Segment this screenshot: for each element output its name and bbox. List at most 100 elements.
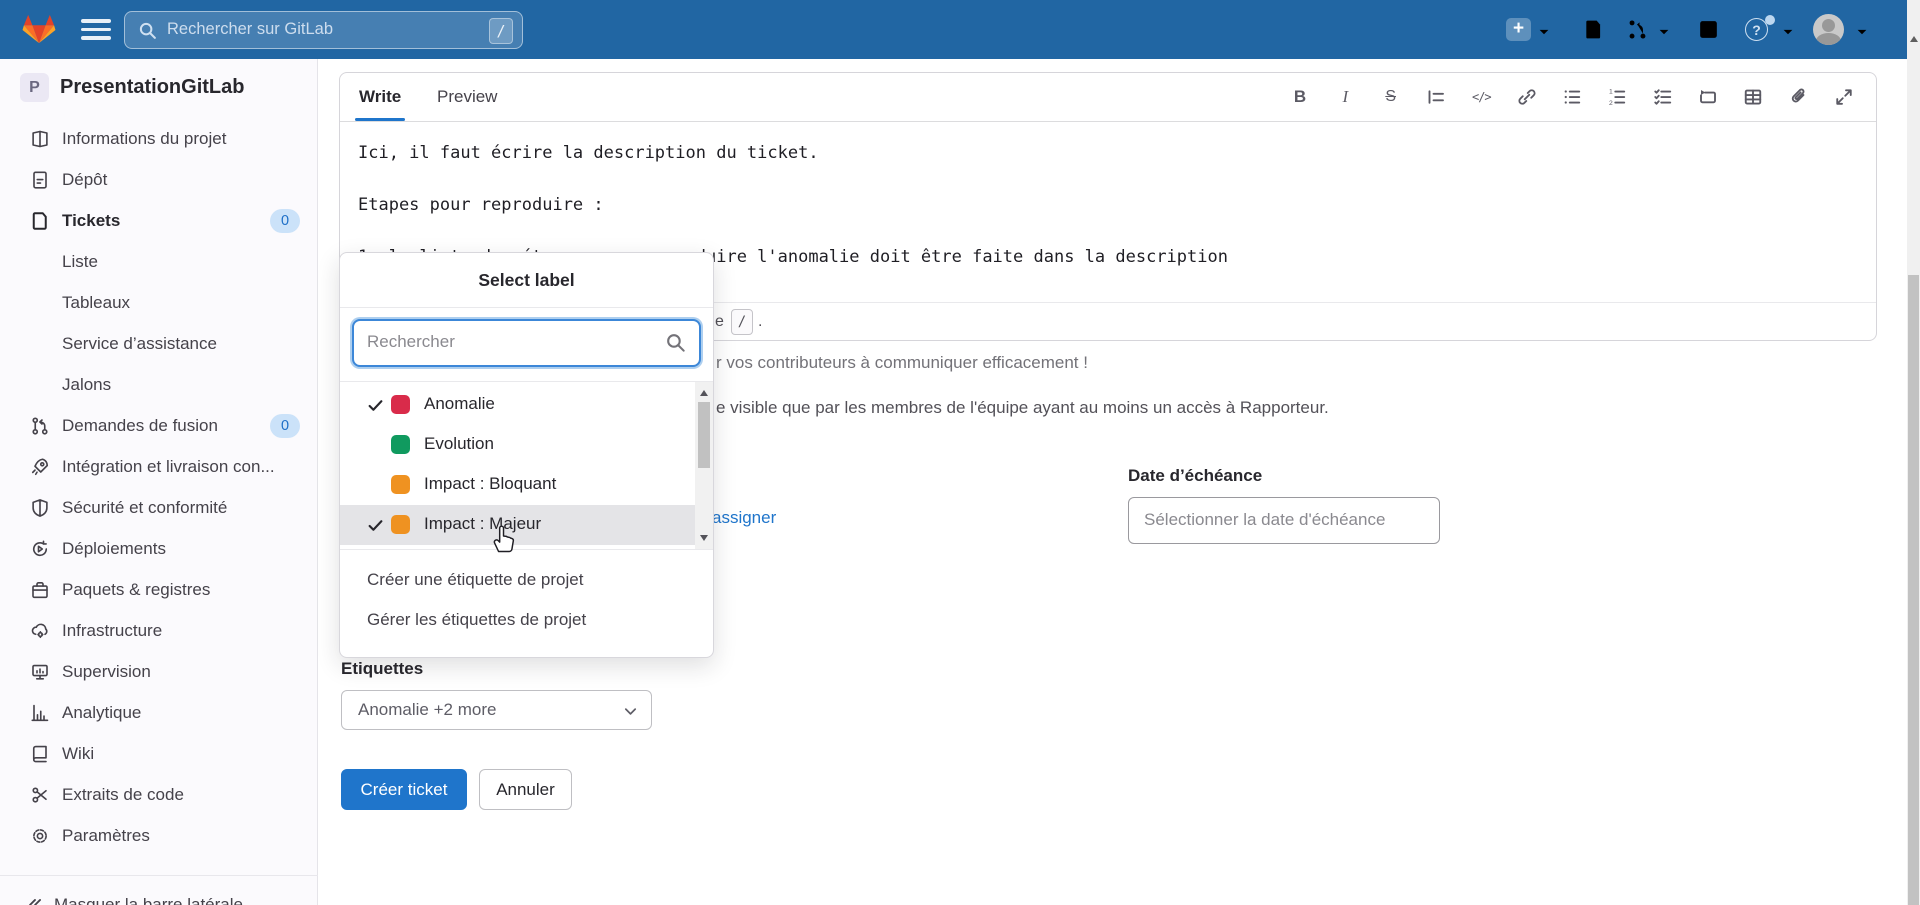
sidebar-collapse-section: Masquer la barre latérale	[0, 875, 318, 905]
new-menu-plus-icon[interactable]: +	[1506, 18, 1531, 41]
project-avatar[interactable]: P	[20, 73, 49, 102]
sidebar-item-packages[interactable]: Paquets & registres	[0, 569, 318, 610]
sidebar-item-snippets[interactable]: Extraits de code	[0, 774, 318, 815]
bullet-list-icon[interactable]	[1560, 85, 1584, 109]
editor-line: Ici, il faut écrire la description du ti…	[358, 143, 819, 163]
help-notification-dot	[1765, 15, 1775, 25]
collapse-sidebar-button[interactable]: Masquer la barre latérale	[0, 884, 318, 905]
issues-icon[interactable]	[1582, 18, 1605, 41]
scrollbar-down-arrow-icon[interactable]	[700, 535, 708, 541]
editor-line: Etapes pour reproduire :	[358, 195, 604, 215]
label-search-input[interactable]: Rechercher	[352, 319, 701, 367]
label-search-placeholder: Rechercher	[367, 332, 455, 352]
due-date-label: Date d’échéance	[1128, 466, 1262, 486]
attach-file-icon[interactable]	[1787, 85, 1811, 109]
sidebar-item-label: Jalons	[62, 375, 111, 395]
quote-icon[interactable]	[1424, 85, 1448, 109]
sidebar-item-wiki[interactable]: Wiki	[0, 733, 318, 774]
search-icon	[138, 21, 158, 41]
full-screen-icon[interactable]	[1832, 85, 1856, 109]
task-list-icon[interactable]	[1651, 85, 1675, 109]
due-date-placeholder: Sélectionner la date d'échéance	[1144, 510, 1385, 530]
security-shield-icon	[30, 498, 50, 518]
cancel-button[interactable]: Annuler	[479, 769, 572, 810]
sidebar-item-merge-requests[interactable]: Demandes de fusion 0	[0, 405, 318, 446]
code-icon[interactable]: </>	[1469, 85, 1493, 109]
label-option-evolution[interactable]: Evolution	[340, 425, 695, 465]
tab-write[interactable]: Write	[359, 73, 401, 121]
chevron-down-icon[interactable]	[1657, 25, 1671, 39]
sidebar-menu: Informations du projet Dépôt Tickets 0 L…	[0, 118, 318, 856]
collapsible-section-icon[interactable]	[1696, 85, 1720, 109]
double-chevron-left-icon	[26, 896, 44, 905]
repository-icon	[30, 170, 50, 190]
sidebar-item-label: Dépôt	[62, 170, 107, 190]
table-icon[interactable]	[1741, 85, 1765, 109]
link-icon[interactable]	[1515, 85, 1539, 109]
label-option-name: Evolution	[424, 434, 494, 454]
manage-project-labels-link[interactable]: Gérer les étiquettes de projet	[367, 610, 586, 630]
scrollbar-up-arrow-icon[interactable]	[1910, 36, 1918, 42]
sidebar-item-label: Informations du projet	[62, 129, 226, 149]
sidebar-item-repository[interactable]: Dépôt	[0, 159, 318, 200]
sidebar-item-security[interactable]: Sécurité et conformité	[0, 487, 318, 528]
label-color-swatch	[391, 475, 410, 494]
label-option-name: Impact : Bloquant	[424, 474, 556, 494]
gitlab-logo[interactable]	[22, 13, 56, 45]
packages-icon	[30, 580, 50, 600]
search-placeholder: Rechercher sur GitLab	[167, 20, 333, 39]
close-icon[interactable]	[679, 270, 699, 290]
tab-preview[interactable]: Preview	[437, 73, 497, 121]
strikethrough-icon[interactable]: S	[1379, 85, 1403, 109]
sidebar-item-ci-cd[interactable]: Intégration et livraison con...	[0, 446, 318, 487]
sidebar-item-issues[interactable]: Tickets 0	[0, 200, 318, 241]
svg-text:2: 2	[1609, 100, 1613, 107]
wiki-icon	[30, 744, 50, 764]
todo-icon[interactable]	[1697, 18, 1720, 41]
sidebar-item-label: Intégration et livraison con...	[62, 457, 275, 477]
sidebar-item-monitor[interactable]: Supervision	[0, 651, 318, 692]
sidebar-item-service-desk[interactable]: Service d’assistance	[0, 323, 318, 364]
due-date-input[interactable]: Sélectionner la date d'échéance	[1128, 497, 1440, 544]
bold-icon[interactable]: B	[1288, 85, 1312, 109]
hamburger-menu-icon[interactable]	[81, 19, 111, 41]
label-option-impact-bloquant[interactable]: Impact : Bloquant	[340, 465, 695, 505]
scrollbar-up-arrow-icon[interactable]	[700, 390, 708, 396]
sidebar-item-boards[interactable]: Tableaux	[0, 282, 318, 323]
global-search-input[interactable]: Rechercher sur GitLab /	[124, 11, 523, 49]
merge-requests-icon[interactable]	[1626, 18, 1649, 41]
sidebar-item-settings[interactable]: Paramètres	[0, 815, 318, 856]
monitor-icon	[30, 662, 50, 682]
sidebar-item-infrastructure[interactable]: Infrastructure	[0, 610, 318, 651]
sidebar-item-project-information[interactable]: Informations du projet	[0, 118, 318, 159]
chevron-down-icon[interactable]	[1781, 25, 1795, 39]
sidebar-item-label: Extraits de code	[62, 785, 184, 805]
sidebar-item-label: Demandes de fusion	[62, 416, 218, 436]
analytics-icon	[30, 703, 50, 723]
avatar[interactable]	[1813, 14, 1844, 45]
sidebar-item-milestones[interactable]: Jalons	[0, 364, 318, 405]
sidebar-item-label: Paramètres	[62, 826, 150, 846]
sidebar-item-label: Analytique	[62, 703, 141, 723]
ci-cd-rocket-icon	[30, 457, 50, 477]
sidebar-item-deployments[interactable]: Déploiements	[0, 528, 318, 569]
assign-to-me-link[interactable]: assigner	[712, 508, 776, 528]
page-scrollbar-thumb[interactable]	[1908, 275, 1919, 905]
sidebar-item-analytics[interactable]: Analytique	[0, 692, 318, 733]
create-issue-button[interactable]: Créer ticket	[341, 769, 467, 810]
numbered-list-icon[interactable]: 12	[1605, 85, 1629, 109]
chevron-down-icon[interactable]	[1537, 25, 1551, 39]
label-list-scrollbar[interactable]	[695, 382, 713, 549]
label-option-anomalie[interactable]: Anomalie	[340, 385, 695, 425]
chevron-down-icon	[623, 704, 638, 719]
project-name[interactable]: PresentationGitLab	[60, 76, 244, 99]
issues-count-badge: 0	[270, 209, 300, 233]
sidebar-item-label: Wiki	[62, 744, 94, 764]
sidebar-item-issues-list[interactable]: Liste	[0, 241, 318, 282]
chevron-down-icon[interactable]	[1855, 25, 1869, 39]
label-list-scrollbar-thumb[interactable]	[698, 402, 710, 468]
create-project-label-link[interactable]: Créer une étiquette de projet	[367, 570, 583, 590]
label-option-impact-majeur[interactable]: Impact : Majeur	[340, 505, 695, 545]
italic-icon[interactable]: I	[1333, 85, 1357, 109]
labels-dropdown[interactable]: Anomalie +2 more	[341, 690, 652, 730]
